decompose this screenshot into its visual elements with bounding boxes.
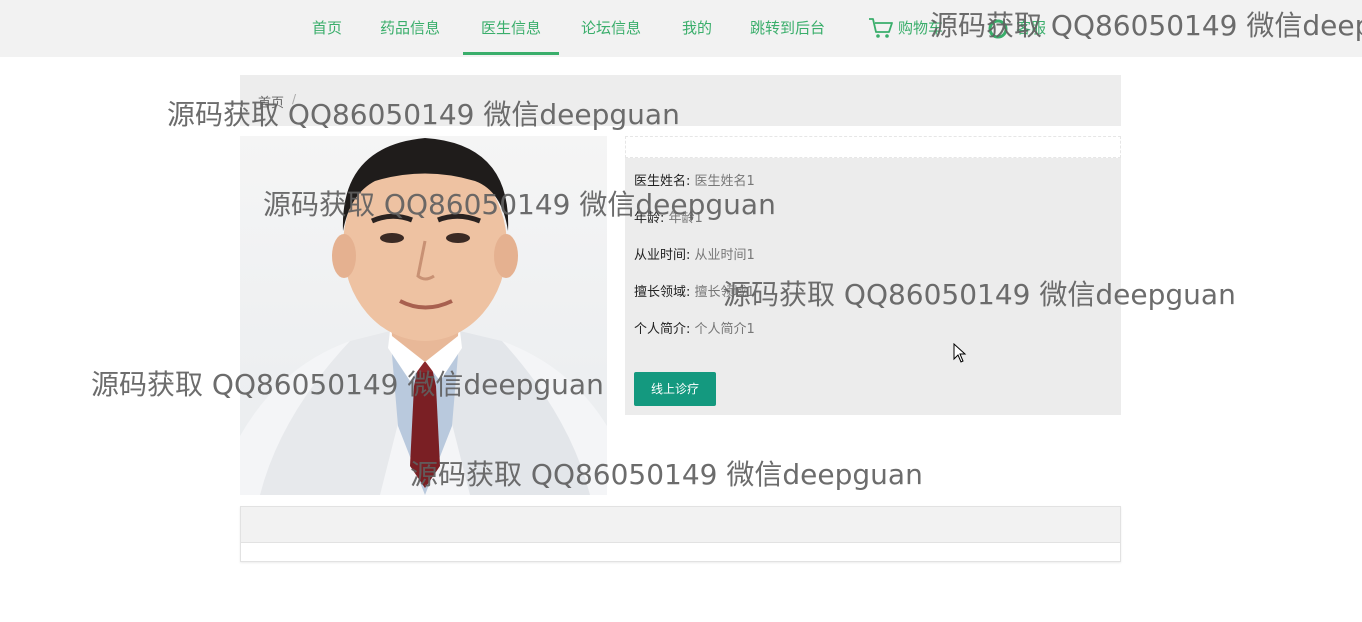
nav-cart[interactable]: 购物车 <box>898 0 943 57</box>
doctor-detail-panel: 医生姓名: 医生姓名1 年龄: 年龄1 从业时间: 从业时间1 擅长领域: 擅长… <box>625 136 1121 415</box>
field-value: 擅长领域1 <box>694 285 755 300</box>
breadcrumb: 首页 / <box>240 75 1121 126</box>
nav-medicine-info[interactable]: 药品信息 <box>380 0 440 57</box>
field-value: 医生姓名1 <box>694 174 755 189</box>
detail-header <box>625 136 1121 158</box>
field-label: 医生姓名: <box>634 174 691 189</box>
nav-home[interactable]: 首页 <box>312 0 342 57</box>
breadcrumb-home[interactable]: 首页 <box>258 92 284 111</box>
field-label: 年龄: <box>634 211 665 226</box>
field-age: 年龄: 年龄1 <box>634 207 703 226</box>
comment-card <box>240 506 1121 562</box>
breadcrumb-separator: / <box>292 92 297 106</box>
nav-customer-service[interactable]: 客服 <box>1016 0 1046 57</box>
card-header <box>241 507 1120 543</box>
nav-mine[interactable]: 我的 <box>682 0 712 57</box>
field-label: 从业时间: <box>634 248 691 263</box>
doctor-photo <box>240 136 607 495</box>
field-value: 个人简介1 <box>694 322 755 337</box>
customer-service-icon[interactable] <box>987 18 1009 40</box>
field-value: 年龄1 <box>668 211 703 226</box>
field-introduction: 个人简介: 个人简介1 <box>634 318 755 337</box>
mouse-cursor-icon <box>953 343 967 363</box>
field-label: 擅长领域: <box>634 285 691 300</box>
field-doctor-name: 医生姓名: 医生姓名1 <box>634 170 755 189</box>
field-specialty: 擅长领域: 擅长领域1 <box>634 281 755 300</box>
top-navbar: 首页 药品信息 医生信息 论坛信息 我的 跳转到后台 购物车 客服 <box>0 0 1362 57</box>
field-practice-time: 从业时间: 从业时间1 <box>634 244 755 263</box>
field-label: 个人简介: <box>634 322 691 337</box>
field-value: 从业时间1 <box>694 248 755 263</box>
nav-admin-link[interactable]: 跳转到后台 <box>750 0 825 57</box>
nav-forum-info[interactable]: 论坛信息 <box>581 0 641 57</box>
nav-doctor-info[interactable]: 医生信息 <box>462 0 560 57</box>
cart-icon[interactable] <box>868 16 894 40</box>
online-consult-button[interactable]: 线上诊疗 <box>634 372 716 406</box>
